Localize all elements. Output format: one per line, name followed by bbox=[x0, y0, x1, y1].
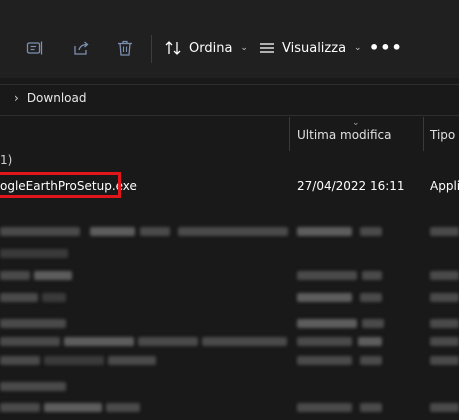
redacted-text bbox=[0, 356, 40, 365]
redacted-text bbox=[297, 227, 352, 236]
redacted-text bbox=[360, 403, 382, 412]
delete-button[interactable] bbox=[116, 40, 134, 56]
redacted-text bbox=[360, 227, 382, 236]
breadcrumb-item-download[interactable]: Download bbox=[27, 91, 87, 105]
breadcrumb-separator: › bbox=[14, 91, 19, 105]
redacted-text bbox=[297, 271, 357, 280]
column-divider[interactable] bbox=[289, 117, 290, 151]
redacted-row[interactable] bbox=[0, 293, 459, 303]
command-bar: Ordina ⌄ Visualizza ⌄ ••• bbox=[0, 0, 459, 78]
more-icon: ••• bbox=[369, 38, 403, 57]
redacted-text bbox=[64, 337, 134, 346]
sort-button[interactable]: Ordina ⌄ bbox=[164, 40, 248, 56]
redacted-text bbox=[44, 403, 102, 412]
redacted-file-list bbox=[0, 210, 459, 420]
redacted-text bbox=[0, 403, 40, 412]
redacted-row[interactable] bbox=[0, 403, 459, 413]
redacted-row[interactable] bbox=[0, 337, 459, 347]
highlight-box bbox=[0, 172, 121, 198]
view-label: Visualizza bbox=[282, 40, 347, 56]
sort-icon bbox=[165, 41, 181, 55]
group-header[interactable]: 1) bbox=[0, 153, 12, 167]
address-bar[interactable]: › Download bbox=[0, 84, 459, 116]
redacted-row[interactable] bbox=[0, 319, 459, 329]
redacted-text bbox=[362, 319, 384, 328]
share-button[interactable] bbox=[73, 40, 91, 56]
redacted-text bbox=[362, 271, 382, 280]
more-options-button[interactable]: ••• bbox=[369, 38, 403, 57]
redacted-text bbox=[297, 403, 352, 412]
column-header: ⌄ Ultima modifica Tipo bbox=[0, 117, 459, 151]
redacted-text bbox=[360, 293, 382, 302]
file-explorer-window: Ordina ⌄ Visualizza ⌄ ••• › Download ⌄ U… bbox=[0, 0, 459, 420]
redacted-text bbox=[358, 337, 382, 346]
rename-icon bbox=[26, 41, 43, 55]
redacted-text bbox=[297, 293, 352, 302]
redacted-row[interactable] bbox=[0, 356, 459, 366]
file-type: Applic bbox=[430, 179, 459, 193]
column-header-type[interactable]: Tipo bbox=[430, 128, 455, 142]
view-button[interactable]: Visualizza ⌄ bbox=[259, 40, 362, 56]
toolbar-separator bbox=[151, 35, 152, 63]
view-icon bbox=[260, 43, 274, 53]
redacted-text bbox=[0, 382, 66, 391]
column-divider[interactable] bbox=[423, 117, 424, 151]
redacted-text bbox=[430, 227, 459, 236]
redacted-row[interactable] bbox=[0, 271, 459, 281]
redacted-text bbox=[0, 319, 66, 328]
redacted-row[interactable] bbox=[0, 382, 459, 392]
redacted-row[interactable] bbox=[0, 227, 459, 237]
redacted-text bbox=[430, 293, 459, 302]
redacted-text bbox=[138, 337, 198, 346]
redacted-text bbox=[0, 337, 60, 346]
redacted-text bbox=[178, 227, 288, 236]
column-header-modified[interactable]: Ultima modifica bbox=[297, 128, 392, 142]
sort-caret-icon: ⌄ bbox=[352, 118, 360, 128]
redacted-text bbox=[34, 271, 72, 280]
breadcrumb: › Download bbox=[14, 91, 86, 105]
redacted-text bbox=[108, 356, 156, 365]
redacted-text bbox=[42, 293, 66, 302]
redacted-text bbox=[90, 227, 135, 236]
redacted-text bbox=[297, 356, 352, 365]
rename-button[interactable] bbox=[26, 40, 44, 56]
file-modified: 27/04/2022 16:11 bbox=[297, 179, 405, 193]
chevron-down-icon: ⌄ bbox=[354, 43, 362, 53]
redacted-text bbox=[297, 319, 357, 328]
delete-icon bbox=[118, 40, 132, 56]
redacted-text bbox=[430, 319, 459, 328]
redacted-text bbox=[430, 403, 459, 412]
redacted-text bbox=[297, 337, 352, 346]
redacted-text bbox=[0, 293, 38, 302]
sort-label: Ordina bbox=[189, 40, 233, 56]
redacted-text bbox=[44, 356, 104, 365]
redacted-text bbox=[0, 271, 30, 280]
redacted-text bbox=[0, 249, 68, 258]
redacted-text bbox=[140, 227, 170, 236]
redacted-row[interactable] bbox=[0, 249, 459, 259]
redacted-text bbox=[430, 271, 459, 280]
redacted-text bbox=[0, 227, 80, 236]
chevron-down-icon: ⌄ bbox=[240, 43, 248, 53]
redacted-text bbox=[430, 337, 459, 346]
redacted-text bbox=[202, 337, 287, 346]
redacted-text bbox=[360, 356, 382, 365]
redacted-text bbox=[106, 403, 140, 412]
redacted-text bbox=[430, 356, 459, 365]
share-icon bbox=[74, 41, 89, 55]
